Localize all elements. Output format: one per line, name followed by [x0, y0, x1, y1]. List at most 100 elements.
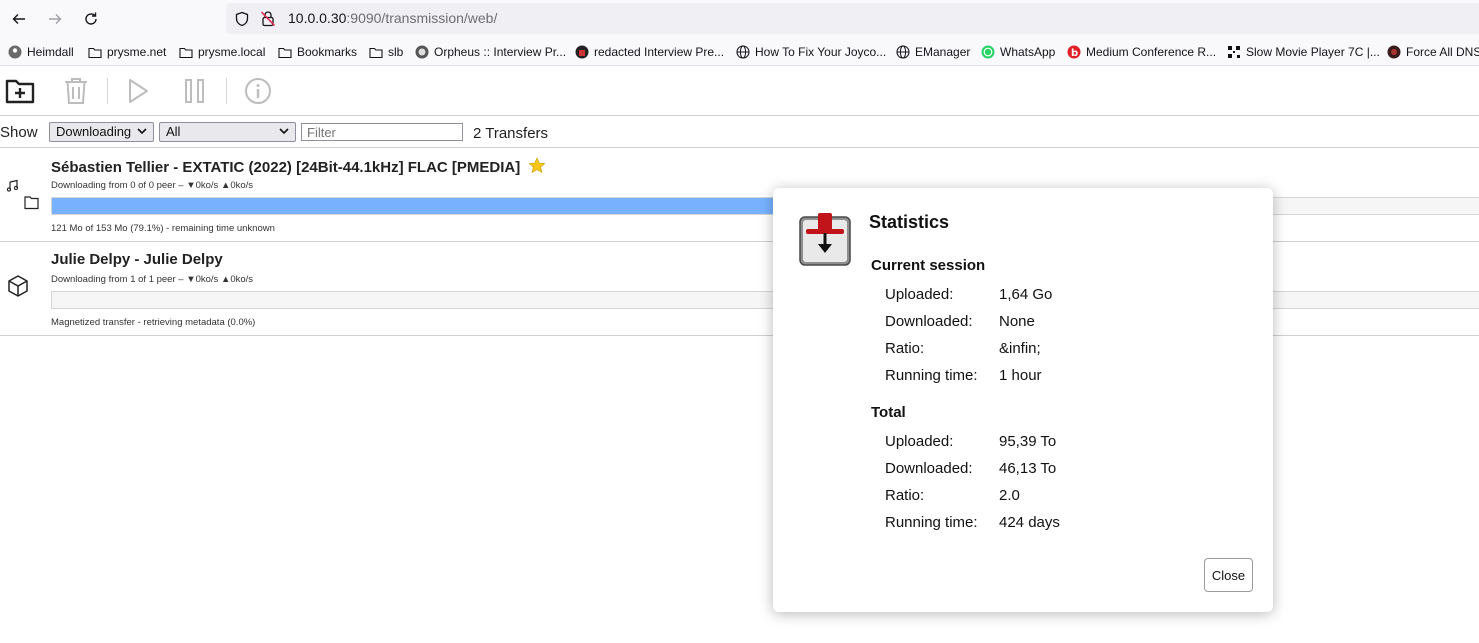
bookmark-label: Slow Movie Player 7C |... — [1246, 45, 1380, 59]
current-session-heading: Current session — [871, 257, 986, 274]
bookmark-prysme-local[interactable]: prysme.local — [179, 43, 265, 61]
beats-icon: b — [1067, 45, 1081, 59]
reload-button[interactable] — [80, 8, 102, 30]
bookmark-force-all-dns[interactable]: Force All DNS — [1387, 43, 1479, 61]
remove-torrent-button[interactable] — [59, 74, 93, 108]
play-icon — [129, 79, 148, 103]
torrent-info-button[interactable] — [241, 74, 275, 108]
redacted-icon — [575, 45, 589, 59]
stat-label: Downloaded: — [885, 460, 973, 477]
heimdall-icon — [8, 45, 22, 59]
add-folder-icon — [5, 79, 35, 104]
stat-value: None — [999, 313, 1035, 330]
bookmark-label: Medium Conference R... — [1086, 45, 1217, 59]
stat-label: Running time: — [885, 514, 978, 531]
globe-icon — [896, 45, 910, 59]
tracker-filter-select[interactable]: All — [159, 122, 296, 142]
bookmark-orpheus[interactable]: Orpheus :: Interview Pr... — [415, 43, 566, 61]
transmission-toolbar — [0, 66, 1479, 116]
folder-icon — [179, 45, 193, 59]
insecure-lock-icon[interactable] — [260, 10, 276, 27]
bookmark-label: Heimdall — [27, 45, 74, 59]
total-heading: Total — [871, 404, 906, 421]
bookmark-joycon[interactable]: How To Fix Your Joyco... — [736, 43, 886, 61]
torrent-progress-text: 121 Mo of 153 Mo (79.1%) - remaining tim… — [51, 223, 275, 234]
show-label: Show — [0, 124, 38, 141]
chevron-down-icon — [279, 128, 289, 135]
toolbar-separator — [107, 78, 108, 104]
close-button[interactable]: Close — [1204, 558, 1253, 592]
browser-nav-bar: 10.0.0.30:9090/transmission/web/ — [0, 0, 1479, 38]
dialog-title: Statistics — [869, 212, 950, 232]
url-text[interactable]: 10.0.0.30:9090/transmission/web/ — [288, 10, 497, 26]
torrent-name-text: Julie Delpy - Julie Delpy — [51, 251, 223, 268]
state-filter-value: Downloading — [56, 124, 132, 139]
bookmark-label: Bookmarks — [297, 45, 358, 59]
address-bar[interactable]: 10.0.0.30:9090/transmission/web/ — [226, 3, 1479, 34]
back-button[interactable] — [8, 8, 30, 30]
tracker-filter-value: All — [166, 124, 181, 139]
bookmark-whatsapp[interactable]: WhatsApp — [981, 43, 1055, 61]
stat-value: 95,39 To — [999, 433, 1057, 450]
torrent-name-text: Sébastien Tellier - EXTATIC (2022) [24Bi… — [51, 159, 521, 176]
filter-input[interactable] — [301, 123, 463, 141]
orpheus-icon — [415, 45, 429, 59]
transmission-logo-icon — [799, 213, 851, 266]
package-icon — [8, 275, 28, 297]
stat-label: Running time: — [885, 367, 978, 384]
statistics-dialog: Statistics Current session Uploaded: 1,6… — [773, 188, 1273, 612]
shield-icon[interactable] — [234, 11, 250, 27]
stat-label: Uploaded: — [885, 286, 954, 303]
bookmark-bookmarks[interactable]: Bookmarks — [278, 43, 357, 61]
stat-label: Ratio: — [885, 340, 925, 357]
bookmark-label: slb — [388, 45, 404, 59]
svg-text:b: b — [1071, 48, 1078, 59]
stat-label: Ratio: — [885, 487, 925, 504]
url-path: :9090/transmission/web/ — [346, 10, 498, 26]
stat-label: Uploaded: — [885, 433, 954, 450]
bookmark-emanager[interactable]: EManager — [896, 43, 970, 61]
stat-value: &infin; — [999, 340, 1041, 357]
chevron-down-icon — [137, 128, 147, 135]
stat-value: 1,64 Go — [999, 286, 1053, 303]
stat-label: Downloaded: — [885, 313, 973, 330]
bookmark-slb[interactable]: slb — [369, 43, 403, 61]
open-torrent-button[interactable] — [3, 74, 37, 108]
bookmark-label: How To Fix Your Joyco... — [755, 45, 887, 59]
audio-folder-icon — [6, 179, 39, 210]
bookmarks-bar: Heimdall prysme.net prysme.local Bookmar… — [0, 38, 1479, 66]
folder-icon — [278, 45, 292, 59]
pause-torrent-button[interactable] — [178, 74, 212, 108]
stat-value: 1 hour — [999, 367, 1042, 384]
bookmark-medium-conference[interactable]: b Medium Conference R... — [1067, 43, 1216, 61]
bookmark-redacted[interactable]: redacted Interview Pre... — [575, 43, 724, 61]
torrent-progress-text: Magnetized transfer - retrieving metadat… — [51, 317, 256, 328]
state-filter-select[interactable]: Downloading — [49, 122, 154, 142]
bookmark-slow-movie-player[interactable]: Slow Movie Player 7C |... — [1227, 43, 1380, 61]
arrow-left-icon — [12, 14, 25, 24]
dns-icon — [1387, 45, 1401, 59]
bookmark-label: prysme.local — [198, 45, 266, 59]
torrent-name: Julie Delpy - Julie Delpy — [51, 251, 223, 268]
folder-icon — [369, 45, 383, 59]
arrow-right-icon — [49, 14, 62, 24]
bookmark-heimdall[interactable]: Heimdall — [8, 43, 74, 61]
torrent-peers: Downloading from 1 of 1 peer – ▼0ko/s ▲0… — [51, 274, 254, 285]
bookmark-label: redacted Interview Pre... — [594, 45, 725, 59]
whatsapp-icon — [981, 45, 995, 59]
info-icon — [245, 78, 271, 104]
filter-bar: Show Downloading All 2 Transfers — [0, 117, 1479, 148]
bookmark-label: Force All DNS — [1406, 45, 1479, 59]
transfer-count: 2 Transfers — [473, 125, 549, 142]
folder-icon — [88, 45, 102, 59]
star-icon — [529, 157, 546, 174]
url-host: 10.0.0.30 — [288, 10, 347, 26]
bookmark-prysme-net[interactable]: prysme.net — [88, 43, 166, 61]
torrent-peers: Downloading from 0 of 0 peer – ▼0ko/s ▲0… — [51, 180, 254, 191]
stat-value: 46,13 To — [999, 460, 1057, 477]
qr-icon — [1227, 45, 1241, 59]
start-torrent-button[interactable] — [121, 74, 155, 108]
bookmark-label: EManager — [915, 45, 971, 59]
reload-icon — [85, 12, 97, 25]
forward-button[interactable] — [44, 8, 66, 30]
